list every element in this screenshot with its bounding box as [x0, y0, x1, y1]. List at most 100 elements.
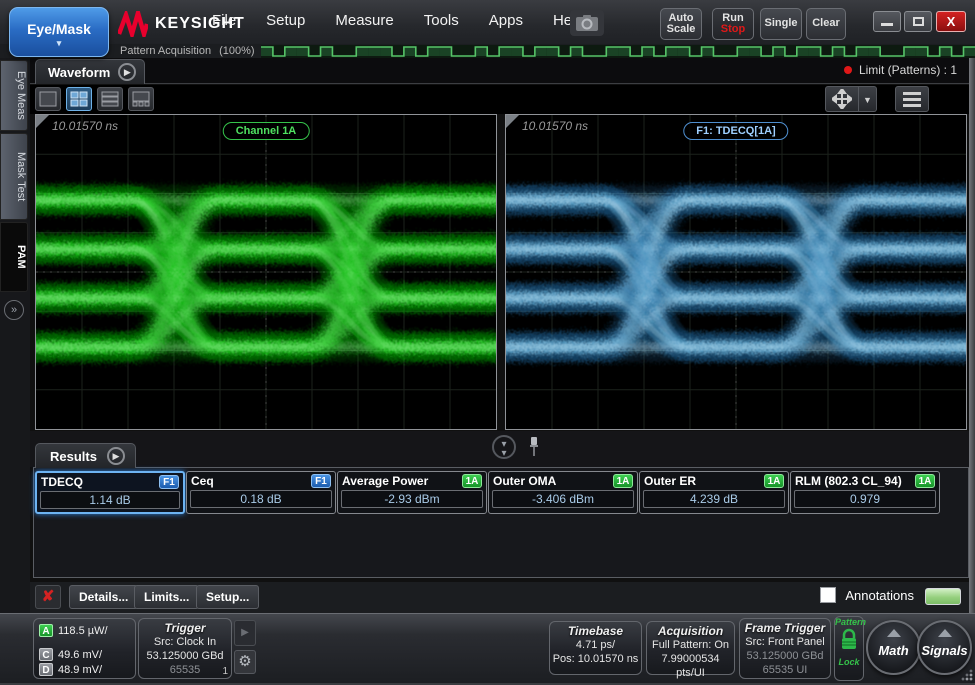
result-cell-average-power[interactable]: Average Power 1A -2.93 dBm	[337, 471, 487, 514]
details-button[interactable]: Details...	[69, 585, 138, 609]
result-value: 0.979	[794, 490, 936, 508]
settings-gear-button[interactable]: ⚙	[234, 650, 256, 674]
stop-label: Stop	[721, 23, 745, 35]
play-circle-icon[interactable]: ▶	[118, 63, 136, 81]
app-window: KEYSIGHT File Setup Measure Tools Apps H…	[0, 0, 975, 685]
pin-results-button[interactable]	[528, 436, 540, 463]
channel-scales-panel[interactable]: A 118.5 µW/ C 49.6 mV/ D 48.9 mV/	[33, 618, 136, 679]
timebase-scale: 4.71 ps/	[550, 638, 641, 652]
layout-mixed-button[interactable]	[128, 87, 154, 111]
limits-button[interactable]: Limits...	[134, 585, 199, 609]
annotations-label: Annotations	[845, 588, 914, 603]
trigger-panel[interactable]: Trigger Src: Clock In 53.125000 GBd 6553…	[138, 618, 232, 679]
eye-diagram-blue-plot	[506, 115, 966, 429]
trigger-corner-index: 1	[222, 666, 228, 677]
auto-scale-label-2: Scale	[667, 23, 696, 35]
single-button[interactable]: Single	[760, 8, 802, 40]
hamburger-icon-bar2	[903, 104, 921, 107]
collapse-results-button[interactable]: ▾▾	[492, 435, 516, 459]
menu-apps[interactable]: Apps	[489, 12, 523, 29]
eye-mask-mode-button[interactable]: Eye/Mask ▾	[9, 7, 109, 57]
waveform-tab-label: Waveform	[48, 65, 110, 80]
title-bar: KEYSIGHT File Setup Measure Tools Apps H…	[0, 0, 975, 44]
pattern-acquisition-bar	[261, 45, 975, 58]
result-cell-outer-oma[interactable]: Outer OMA 1A -3.406 dBm	[488, 471, 638, 514]
eye-diagram-green-plot	[36, 115, 496, 429]
results-divider: ▾▾	[30, 431, 969, 467]
annotation-color-button[interactable]	[925, 588, 961, 605]
hamburger-icon	[903, 92, 921, 95]
result-cell-rlm[interactable]: RLM (802.3 CL_94) 1A 0.979	[790, 471, 940, 514]
padlock-icon	[839, 628, 859, 652]
triangle-up-icon	[938, 629, 952, 637]
play-circle-icon[interactable]: ▶	[107, 447, 125, 465]
signals-button[interactable]: Signals	[917, 620, 972, 675]
layout-single-button[interactable]	[35, 87, 61, 111]
maximize-button[interactable]	[904, 11, 932, 32]
gear-icon: ⚙	[238, 653, 251, 670]
limit-status-dot	[844, 66, 852, 74]
eye-diagram-channel-1a[interactable]: 10.01570 ns Channel 1A	[35, 114, 497, 430]
result-value: -3.406 dBm	[492, 490, 634, 508]
tab-results[interactable]: Results ▶	[35, 443, 136, 468]
menu-tools[interactable]: Tools	[424, 12, 459, 29]
results-panel: TDECQ F1 1.14 dB Ceq F1 0.18 dB Average …	[33, 467, 969, 578]
result-cell-ceq[interactable]: Ceq F1 0.18 dB	[186, 471, 336, 514]
minimize-button[interactable]	[873, 11, 901, 32]
source-badge-f1-tdecq[interactable]: F1: TDECQ[1A]	[683, 122, 788, 140]
menu-measure[interactable]: Measure	[335, 12, 393, 29]
timebase-panel[interactable]: Timebase 4.71 ps/ Pos: 10.01570 ns	[549, 621, 642, 675]
math-button[interactable]: Math	[866, 620, 921, 675]
timebase-annotation: 10.01570 ns	[52, 119, 118, 133]
tab-waveform[interactable]: Waveform ▶	[35, 59, 145, 84]
pan-tool-button[interactable]	[825, 86, 859, 112]
chevron-down-icon: ▾	[10, 39, 108, 47]
dropdown-arrow-icon: ▼	[863, 95, 872, 105]
result-cell-outer-er[interactable]: Outer ER 1A 4.239 dB	[639, 471, 789, 514]
layout-quad-button[interactable]	[66, 87, 92, 111]
panel-menu-button[interactable]	[895, 86, 929, 112]
pattern-lock-bottom-label: Lock	[835, 657, 863, 668]
pattern-lock-indicator[interactable]: Pattern Lock	[834, 616, 864, 681]
close-icon: X	[947, 14, 956, 29]
source-badge-1a: 1A	[613, 474, 633, 488]
acquisition-panel[interactable]: Acquisition Full Pattern: On 7.99000534 …	[646, 621, 735, 675]
sidebar-item-pam[interactable]: PAM	[0, 222, 28, 292]
screenshot-button[interactable]	[570, 10, 604, 36]
window-resize-grip[interactable]	[961, 669, 973, 681]
result-value: -2.93 dBm	[341, 490, 483, 508]
menu-setup[interactable]: Setup	[266, 12, 305, 29]
run-stop-button[interactable]: Run Stop	[712, 8, 754, 40]
minimize-icon	[881, 23, 893, 26]
close-button[interactable]: X	[936, 11, 966, 32]
triangle-up-icon	[887, 629, 901, 637]
pattern-acquisition-row: Pattern Acquisition (100%)	[0, 44, 975, 58]
setup-button[interactable]: Setup...	[196, 585, 259, 609]
annotations-checkbox[interactable]	[820, 587, 836, 603]
status-bar: A 118.5 µW/ C 49.6 mV/ D 48.9 mV/ Trigge…	[0, 613, 975, 683]
source-badge-channel-1a[interactable]: Channel 1A	[223, 122, 310, 140]
frame-trigger-panel[interactable]: Frame Trigger Src: Front Panel 53.125000…	[739, 618, 831, 679]
menu-file[interactable]: File	[212, 12, 236, 29]
pattern-acquisition-percent: (100%)	[219, 45, 254, 57]
trigger-collapse-button[interactable]: ▶	[234, 620, 256, 646]
result-name: Outer ER	[644, 474, 696, 488]
result-name: Average Power	[342, 474, 428, 488]
auto-scale-button[interactable]: Auto Scale	[660, 8, 702, 40]
pan-tool-dropdown[interactable]: ▼	[859, 86, 877, 112]
results-action-row: ✘ Details... Limits... Setup... Annotati…	[30, 582, 969, 613]
layout-rows-button[interactable]	[97, 87, 123, 111]
eye-diagram-tdecq-f1[interactable]: 10.01570 ns F1: TDECQ[1A]	[505, 114, 967, 430]
corner-marker-icon	[36, 115, 49, 128]
result-cell-tdecq[interactable]: TDECQ F1 1.14 dB	[35, 471, 185, 514]
sidebar-item-eye-meas[interactable]: Eye Meas	[0, 60, 28, 131]
annotations-control: Annotations	[820, 587, 914, 603]
sidebar-expand-button[interactable]: »	[4, 300, 24, 320]
result-value: 4.239 dB	[643, 490, 785, 508]
trigger-count: 65535	[139, 663, 231, 677]
channel-a-scale: 118.5 µW/	[58, 625, 108, 637]
clear-button[interactable]: Clear	[806, 8, 846, 40]
sidebar-item-mask-test[interactable]: Mask Test	[0, 133, 28, 220]
clear-results-button[interactable]: ✘	[35, 585, 61, 609]
channel-d-scale: 48.9 mV/	[58, 664, 102, 676]
